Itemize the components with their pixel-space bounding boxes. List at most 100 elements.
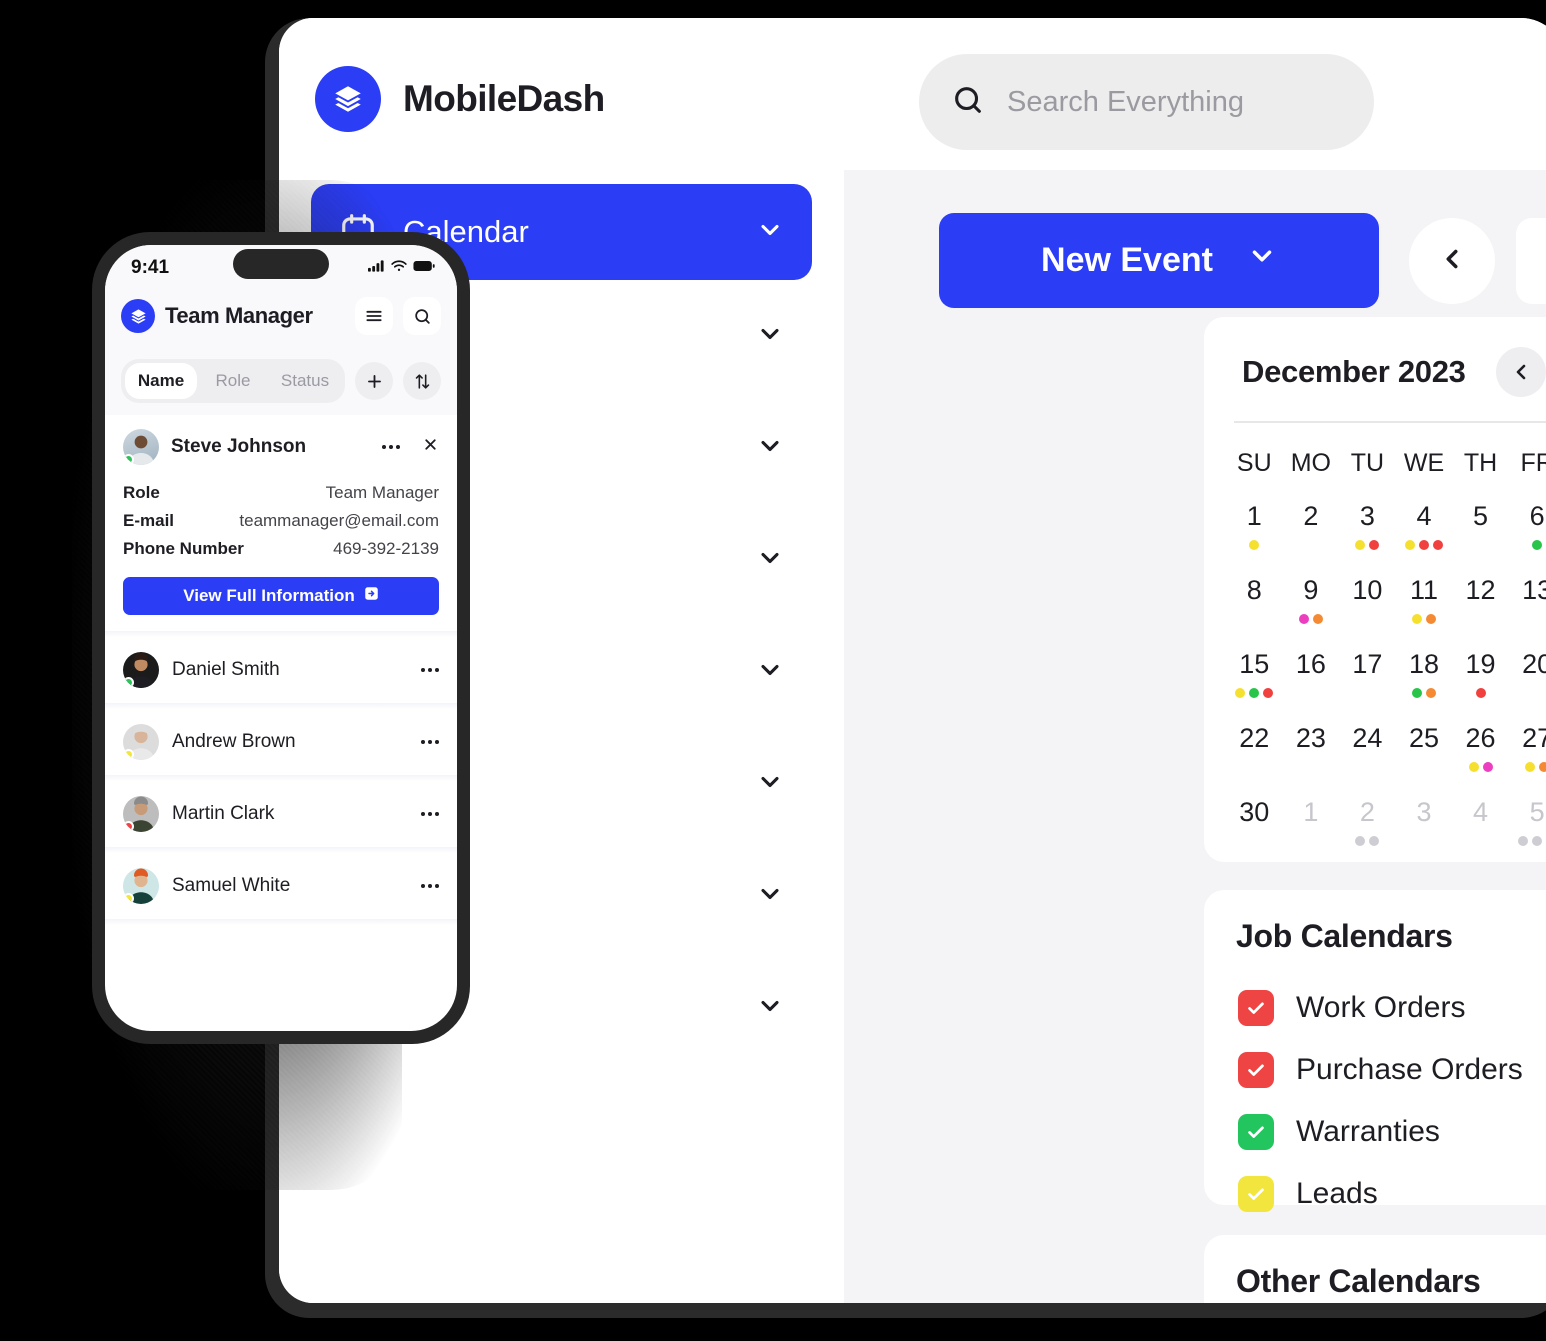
more-horizontal-icon[interactable]: [421, 884, 439, 888]
checkbox-checked-icon[interactable]: [1238, 1052, 1274, 1088]
weekday-header-row: SU MO TU WE TH FR SA: [1226, 431, 1546, 486]
calendar-day-6[interactable]: 6: [1509, 494, 1546, 568]
kebab-menu-icon[interactable]: [1534, 920, 1546, 954]
chevron-down-icon[interactable]: [756, 992, 784, 1025]
calendar-day-grid: 1234567891011121314151617181920212223242…: [1226, 494, 1546, 864]
contact-list-item[interactable]: Andrew Brown: [105, 709, 457, 775]
view-full-information-button[interactable]: View Full Information: [123, 577, 439, 615]
calendar-day-3[interactable]: 3: [1339, 494, 1396, 568]
avatar: [123, 868, 159, 904]
chevron-down-icon[interactable]: [756, 656, 784, 689]
calendar-day-1[interactable]: 1: [1283, 790, 1340, 864]
calendar-day-5[interactable]: 5: [1509, 790, 1546, 864]
calendar-day-10[interactable]: 10: [1339, 568, 1396, 642]
wifi-icon: [391, 259, 407, 277]
calendar-day-23[interactable]: 23: [1283, 716, 1340, 790]
status-indicators: [368, 259, 435, 277]
dynamic-island: [233, 249, 329, 279]
chevron-down-icon[interactable]: [756, 880, 784, 913]
calendar-day-18[interactable]: 18: [1396, 642, 1453, 716]
checkbox-checked-icon[interactable]: [1238, 1114, 1274, 1150]
sort-updown-icon[interactable]: [403, 362, 441, 400]
detail-row: E-mail teammanager@email.com: [123, 507, 439, 535]
calendar-day-2[interactable]: 2: [1283, 494, 1340, 568]
event-color-dot: [1263, 688, 1274, 698]
previous-day-button[interactable]: [1409, 218, 1495, 304]
checkbox-checked-icon[interactable]: [1238, 990, 1274, 1026]
chevron-down-icon[interactable]: [756, 320, 784, 353]
calendar-day-25[interactable]: 25: [1396, 716, 1453, 790]
calendar-day-16[interactable]: 16: [1283, 642, 1340, 716]
calendar-day-24[interactable]: 24: [1339, 716, 1396, 790]
job-calendar-row-1[interactable]: Purchase Orders: [1226, 1039, 1546, 1101]
search-placeholder: Search Everything: [1007, 85, 1244, 118]
calendar-day-number: 11: [1409, 575, 1438, 605]
chevron-down-icon[interactable]: [756, 432, 784, 465]
calendar-day-26[interactable]: 26: [1452, 716, 1509, 790]
calendar-day-9[interactable]: 9: [1283, 568, 1340, 642]
hamburger-icon[interactable]: [355, 297, 393, 335]
chevron-down-icon[interactable]: [756, 544, 784, 577]
calendar-day-8[interactable]: 8: [1226, 568, 1283, 642]
calendar-day-1[interactable]: 1: [1226, 494, 1283, 568]
more-horizontal-icon[interactable]: [421, 812, 439, 816]
job-calendar-row-0[interactable]: Work Orders: [1226, 977, 1546, 1039]
close-icon[interactable]: [422, 436, 439, 458]
job-calendars-panel: Job Calendars Work Orders Purchase Orders…: [1204, 890, 1546, 1212]
calendar-day-13[interactable]: 13: [1509, 568, 1546, 642]
job-calendar-row-3[interactable]: Leads: [1226, 1163, 1546, 1225]
event-color-dot: [1475, 688, 1486, 698]
tab-name[interactable]: Name: [125, 363, 197, 399]
search-input[interactable]: Search Everything: [919, 54, 1374, 150]
calendar-day-2[interactable]: 2: [1339, 790, 1396, 864]
calendar-day-12[interactable]: 12: [1452, 568, 1509, 642]
tab-status[interactable]: Status: [269, 363, 341, 399]
calendar-day-5[interactable]: 5: [1452, 494, 1509, 568]
calendar-day-number: 9: [1303, 575, 1319, 605]
chevron-down-icon[interactable]: [756, 216, 784, 249]
calendar-day-15[interactable]: 15: [1226, 642, 1283, 716]
event-color-dot: [1432, 540, 1443, 550]
phone-status-bar: 9:41: [105, 245, 457, 291]
checkbox-checked-icon[interactable]: [1238, 1176, 1274, 1212]
contact-list-item[interactable]: Martin Clark: [105, 781, 457, 847]
calendar-day-number: 8: [1246, 575, 1262, 605]
calendar-day-4[interactable]: 4: [1396, 494, 1453, 568]
more-horizontal-icon[interactable]: [421, 740, 439, 744]
job-calendar-row-2[interactable]: Warranties: [1226, 1101, 1546, 1163]
more-horizontal-icon[interactable]: [421, 668, 439, 672]
more-horizontal-icon[interactable]: [382, 445, 400, 449]
plus-icon[interactable]: [355, 362, 393, 400]
tab-role[interactable]: Role: [197, 363, 269, 399]
calendar-day-11[interactable]: 11: [1396, 568, 1453, 642]
calendar-day-dots: [1525, 762, 1546, 772]
calendar-day-19[interactable]: 19: [1452, 642, 1509, 716]
chevron-down-icon: [1247, 241, 1277, 280]
calendar-day-number: 3: [1359, 501, 1375, 531]
calendar-day-dots: [1249, 540, 1260, 550]
chevron-down-icon[interactable]: [756, 768, 784, 801]
calendar-day-20[interactable]: 20: [1509, 642, 1546, 716]
weekday-label: TH: [1463, 449, 1498, 477]
event-color-dot: [1249, 540, 1260, 550]
search-icon[interactable]: [403, 297, 441, 335]
job-calendar-label: Leads: [1296, 1177, 1378, 1210]
kebab-menu-icon[interactable]: [1534, 1265, 1546, 1299]
calendar-day-30[interactable]: 30: [1226, 790, 1283, 864]
calendar-day-4[interactable]: 4: [1452, 790, 1509, 864]
calendar-day-22[interactable]: 22: [1226, 716, 1283, 790]
calendar-day-number: 17: [1352, 649, 1383, 679]
calendar-day-3[interactable]: 3: [1396, 790, 1453, 864]
contact-list-item[interactable]: Daniel Smith: [105, 637, 457, 703]
new-event-button[interactable]: New Event: [939, 213, 1379, 308]
calendar-day-17[interactable]: 17: [1339, 642, 1396, 716]
calendar-day-number: 22: [1239, 723, 1270, 753]
divider: [105, 919, 457, 925]
calendar-day-27[interactable]: 27: [1509, 716, 1546, 790]
contact-list-item[interactable]: Samuel White: [105, 853, 457, 919]
tab-group: Name Role Status: [121, 359, 345, 403]
event-color-dot: [1369, 836, 1380, 846]
chevron-left-icon: [1437, 244, 1467, 279]
mini-calendar-prev-button[interactable]: [1496, 347, 1546, 397]
today-button[interactable]: Today: [1516, 218, 1546, 304]
